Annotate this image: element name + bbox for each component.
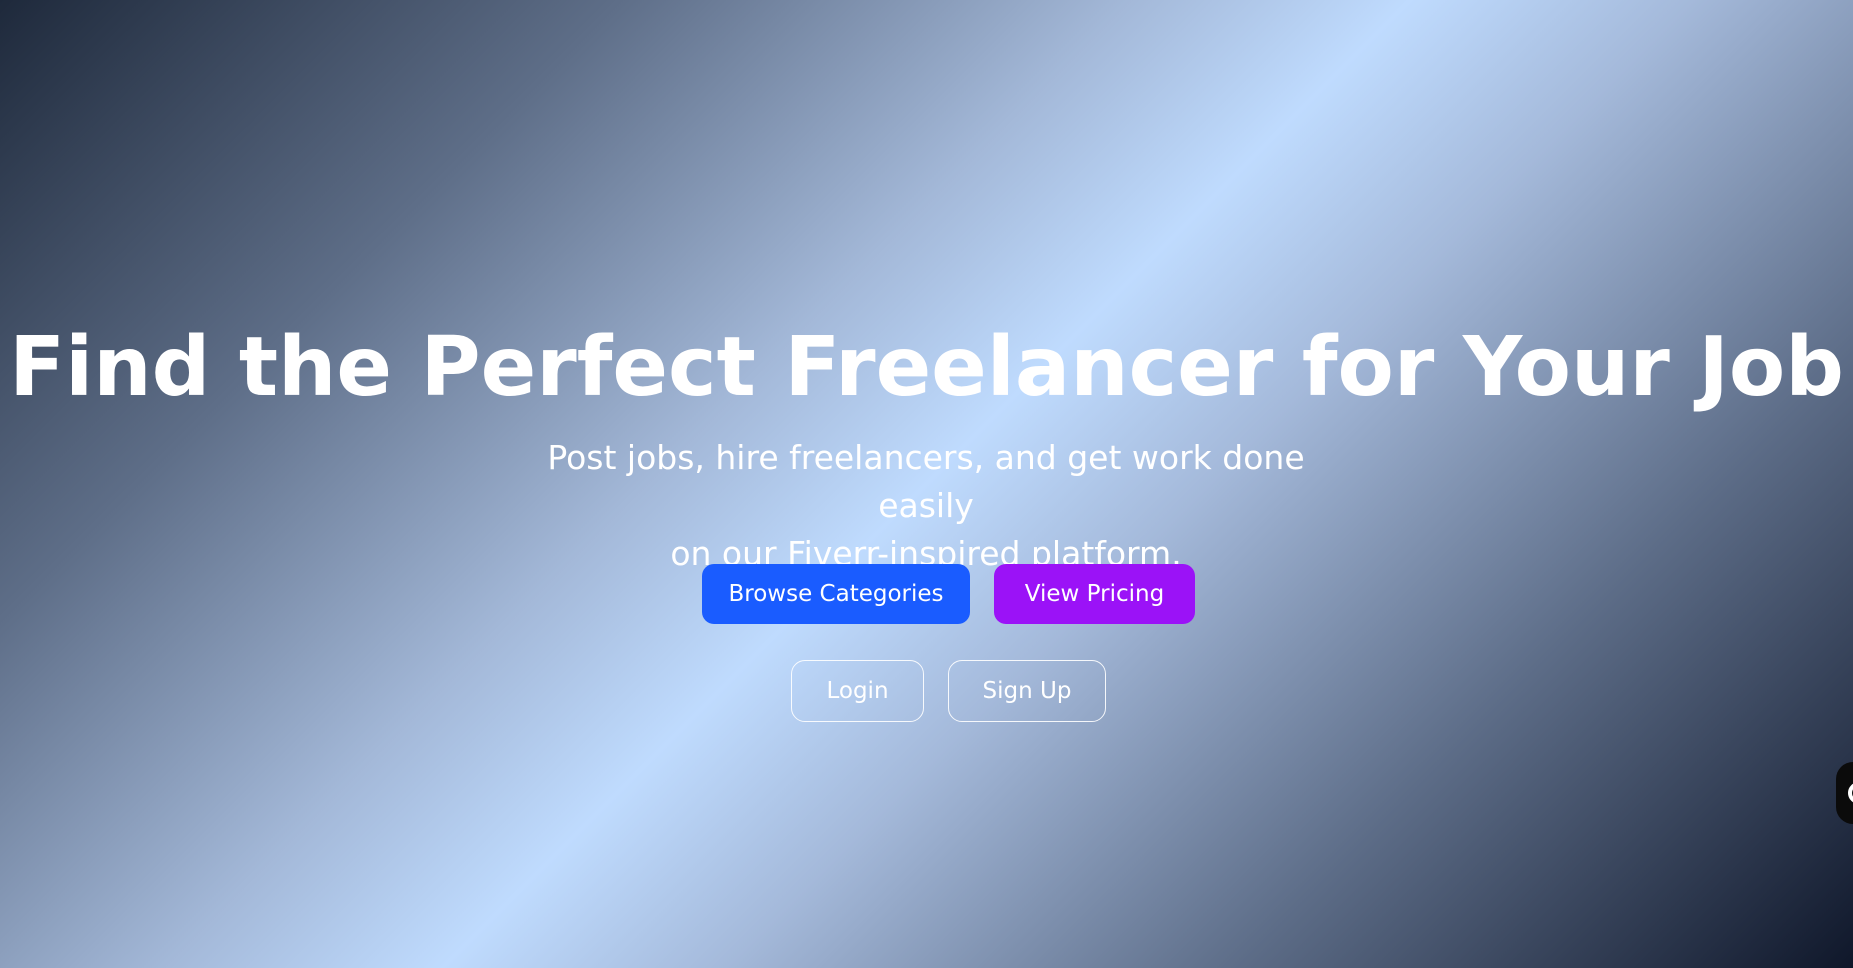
chat-bubble-icon xyxy=(1848,782,1853,804)
view-pricing-button[interactable]: View Pricing xyxy=(994,564,1195,624)
hero-headline: Find the Perfect Freelancer for Your Job xyxy=(9,320,1844,415)
chat-widget-button[interactable] xyxy=(1836,762,1853,824)
sign-up-button[interactable]: Sign Up xyxy=(948,660,1106,722)
hero-section: Find the Perfect Freelancer for Your Job… xyxy=(0,0,1853,968)
hero-subtitle: Post jobs, hire freelancers, and get wor… xyxy=(526,434,1326,578)
login-button[interactable]: Login xyxy=(791,660,924,722)
browse-categories-button[interactable]: Browse Categories xyxy=(702,564,970,624)
hero-subtitle-line-1: Post jobs, hire freelancers, and get wor… xyxy=(547,438,1305,525)
